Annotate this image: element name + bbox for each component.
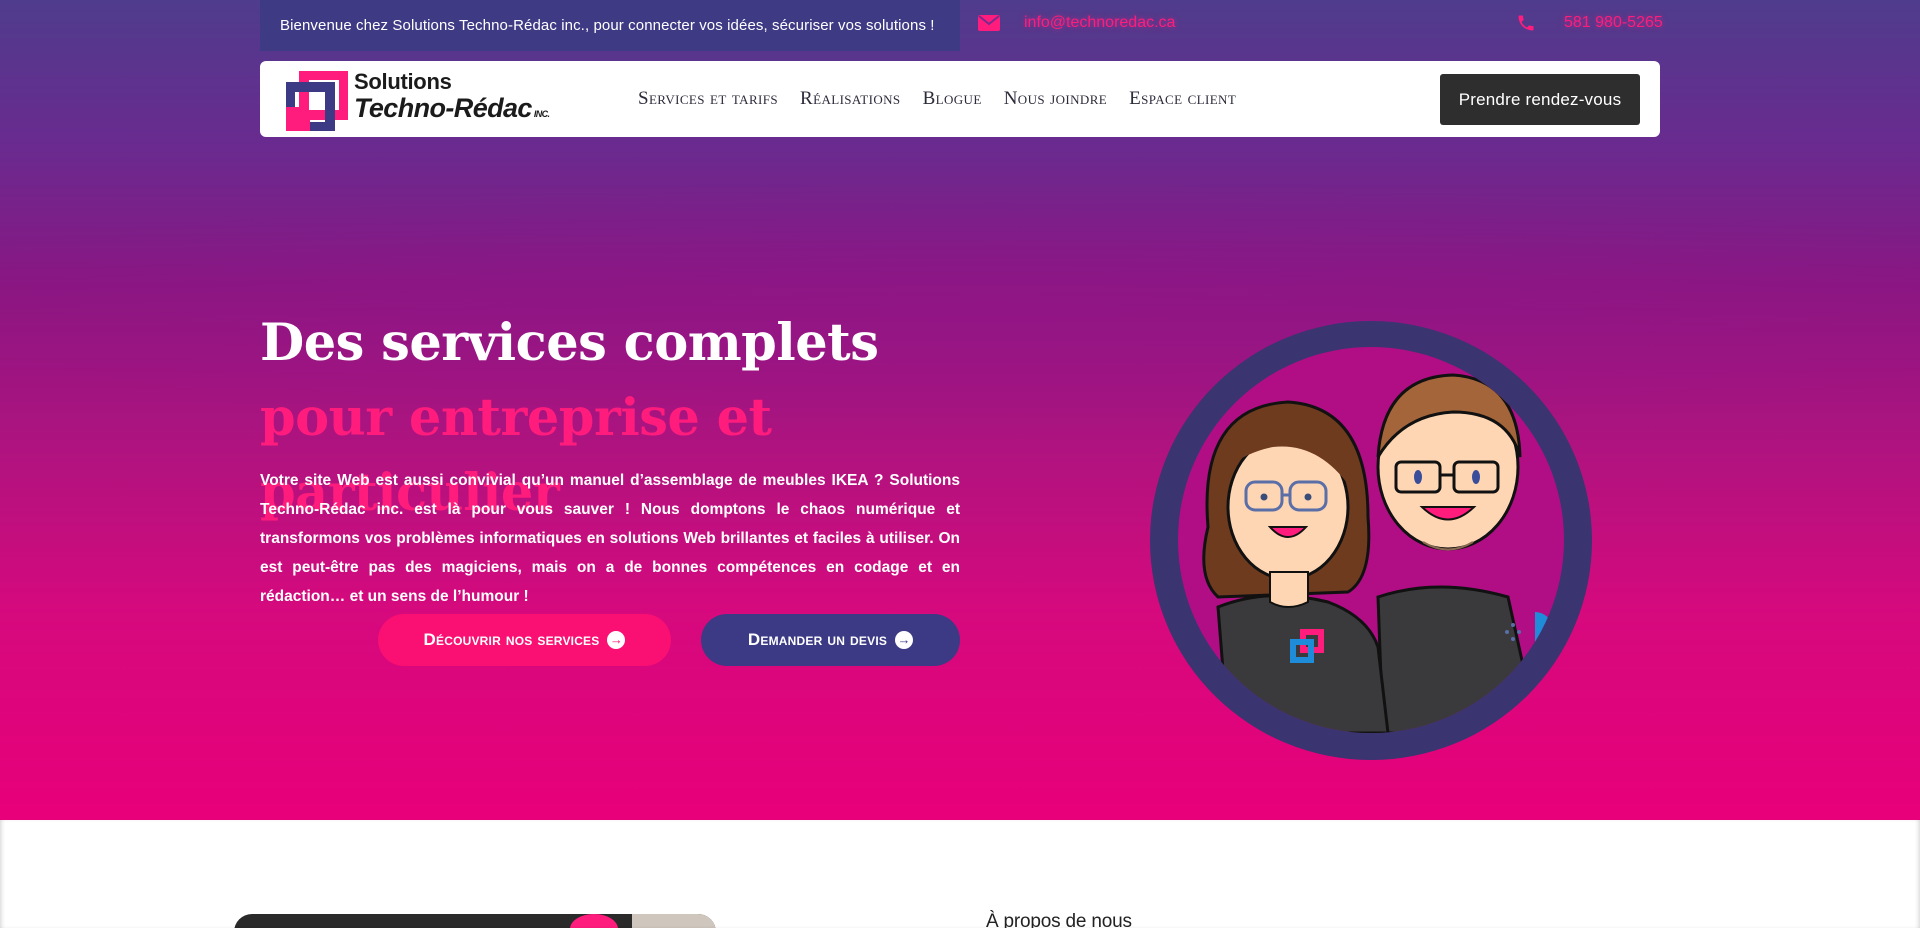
logo-brand: Techno-Rédac	[354, 93, 532, 123]
envelope-icon	[978, 15, 1000, 31]
arrow-right-icon: →	[607, 631, 626, 649]
welcome-banner: Bienvenue chez Solutions Techno-Rédac in…	[260, 0, 960, 51]
about-photo-light	[632, 914, 716, 928]
welcome-text: Bienvenue chez Solutions Techno-Rédac in…	[280, 17, 935, 34]
about-photo-accent	[570, 914, 618, 928]
discover-services-button[interactable]: Découvrir nos services →	[378, 614, 671, 666]
logo-line-2: Techno-Rédac INC.	[354, 93, 550, 124]
discover-services-label: Découvrir nos services	[423, 630, 600, 649]
nav-item-blogue[interactable]: Blogue	[923, 88, 982, 110]
logo-mark-icon	[286, 71, 348, 131]
phone-number[interactable]: 581 980-5265	[1564, 14, 1663, 32]
phone-icon	[1518, 15, 1534, 31]
about-section	[0, 820, 1920, 928]
hero-paragraph: Votre site Web est aussi convivial qu’un…	[260, 472, 960, 605]
main-navbar: Solutions Techno-Rédac INC. Services et t…	[260, 61, 1660, 137]
email-link[interactable]: info@technoredac.ca	[1024, 14, 1175, 32]
request-quote-button[interactable]: Demander un devis →	[701, 614, 960, 666]
topbar-phone[interactable]: 581 980-5265	[1516, 12, 1663, 34]
founders-cartoon-image	[1202, 373, 1553, 733]
hero-title-main: Des services complets	[260, 313, 879, 373]
nav-item-services[interactable]: Services et tarifs	[638, 88, 778, 110]
logo-suffix: INC.	[533, 109, 550, 119]
book-appointment-button[interactable]: Prendre rendez-vous	[1440, 74, 1640, 125]
about-heading: À propos de nous	[986, 911, 1132, 928]
nav-item-realisations[interactable]: Réalisations	[800, 88, 901, 110]
logo-line-1: Solutions	[354, 69, 452, 94]
founders-illustration-background	[1178, 347, 1564, 733]
nav-menu: Services et tarifs Réalisations Blogue N…	[638, 61, 1236, 137]
nav-item-contact[interactable]: Nous joindre	[1004, 88, 1107, 110]
topbar-email[interactable]: info@technoredac.ca	[978, 12, 1175, 34]
founders-illustration	[1150, 321, 1592, 760]
hero-section: Bienvenue chez Solutions Techno-Rédac in…	[0, 0, 1920, 820]
about-photo	[234, 914, 716, 928]
site-logo[interactable]: Solutions Techno-Rédac INC.	[286, 69, 556, 131]
arrow-right-icon: →	[895, 631, 914, 649]
request-quote-label: Demander un devis	[747, 630, 888, 649]
nav-item-client-area[interactable]: Espace client	[1129, 88, 1236, 110]
